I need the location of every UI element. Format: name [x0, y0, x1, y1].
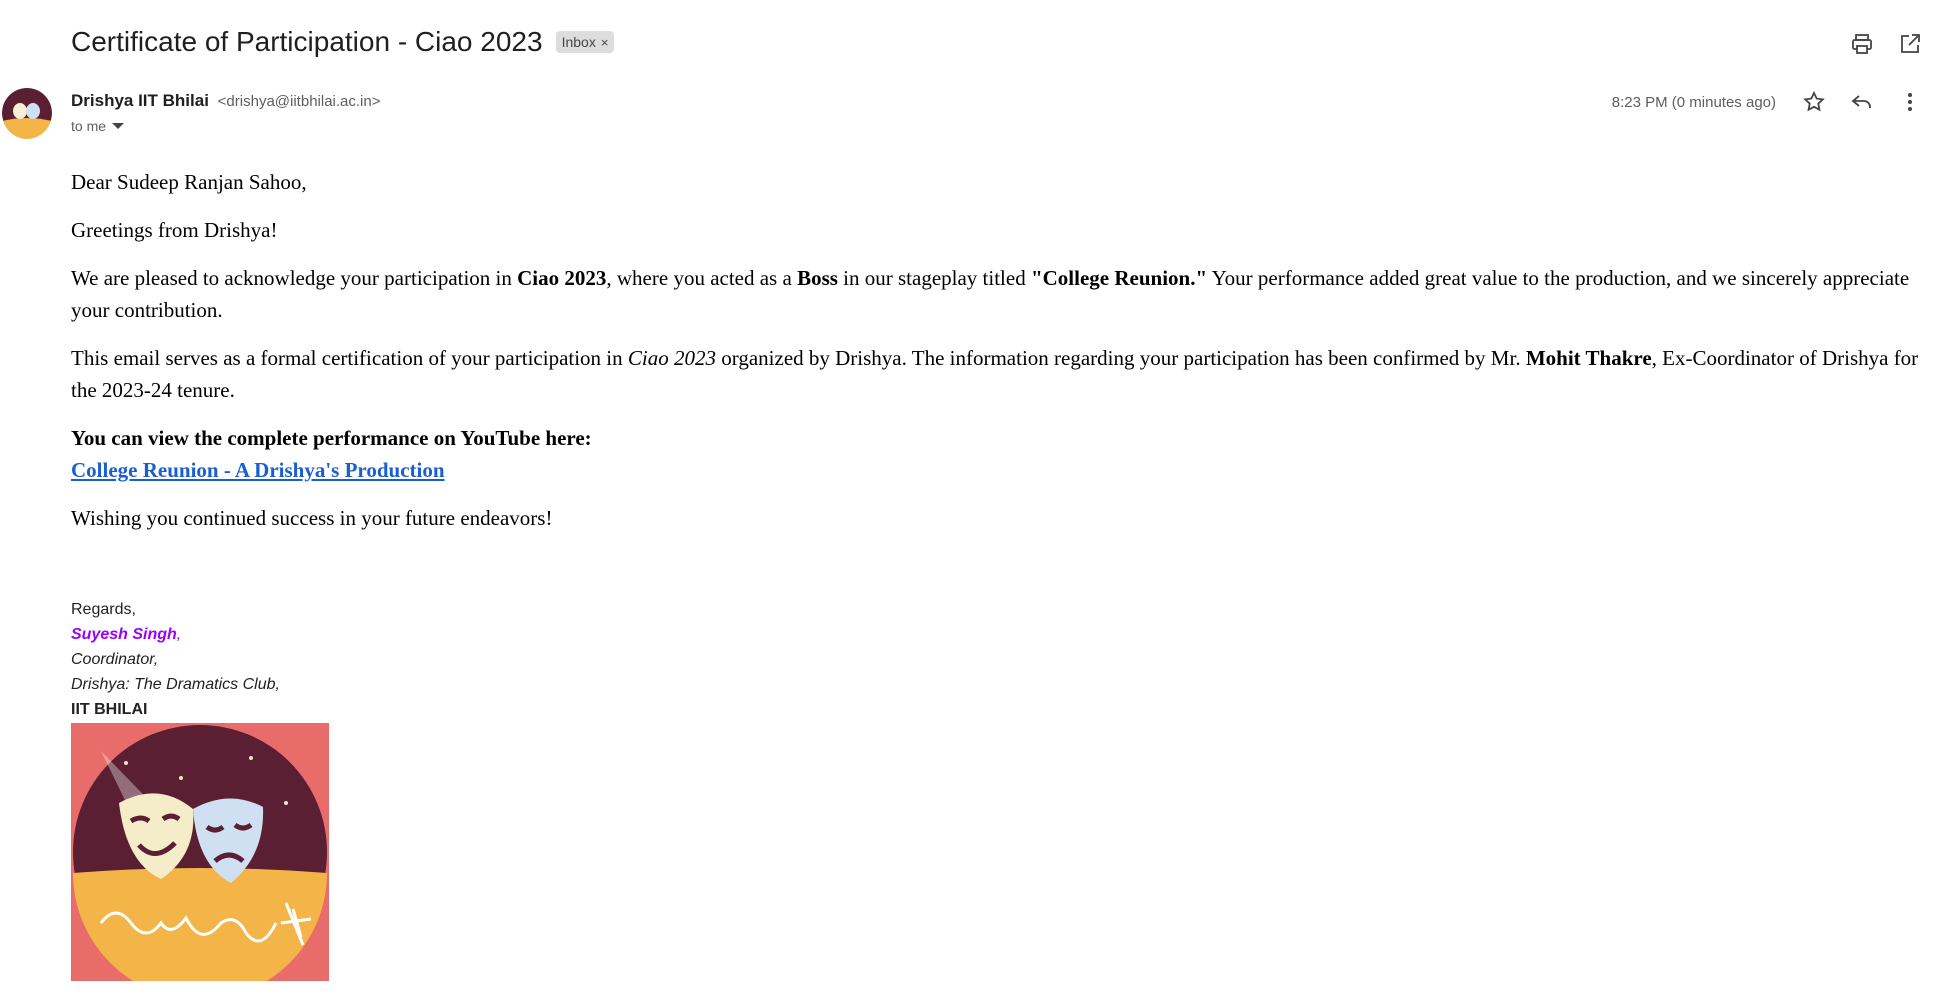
email-subject: Certificate of Participation - Ciao 2023 — [71, 26, 543, 57]
youtube-section: You can view the complete performance on… — [71, 422, 1921, 486]
signature-role: Coordinator, — [71, 651, 159, 668]
closing-line: Wishing you continued success in your fu… — [71, 506, 553, 530]
signature: Regards, Suyesh Singh, Coordinator, Dris… — [71, 597, 280, 722]
signature-regards: Regards, — [71, 601, 136, 618]
inbox-label-text: Inbox — [561, 34, 596, 50]
signature-name-line: Suyesh Singh, — [71, 626, 182, 643]
chevron-down-icon[interactable] — [112, 123, 125, 129]
thread-actions — [1848, 30, 1924, 58]
signature-name: Suyesh Singh — [71, 626, 177, 643]
timestamp: 8:23 PM (0 minutes ago) — [1611, 93, 1776, 111]
printer-icon[interactable] — [1848, 30, 1876, 58]
more-vert-icon[interactable] — [1896, 88, 1924, 116]
remove-label-icon[interactable]: × — [601, 35, 609, 50]
reply-icon[interactable] — [1848, 88, 1876, 116]
sender-avatar[interactable] — [2, 87, 52, 139]
sender-line: Drishya IIT Bhilai <drishya@iitbhilai.ac… — [71, 91, 380, 111]
sender-name[interactable]: Drishya IIT Bhilai — [71, 91, 209, 110]
youtube-link[interactable]: College Reunion - A Drishya's Production — [71, 458, 445, 482]
signature-institute: IIT BHILAI — [71, 701, 148, 718]
drishya-logo-image — [71, 723, 329, 1000]
greeting: Dear Sudeep Ranjan Sahoo, — [71, 170, 307, 194]
certification-paragraph: This email serves as a formal certificat… — [71, 346, 1919, 402]
greetings-line: Greetings from Drishya! — [71, 218, 278, 242]
sender-email: <drishya@iitbhilai.ac.in> — [217, 93, 381, 110]
recipient-details-toggle[interactable]: to me — [71, 118, 125, 134]
recipient-text: to me — [71, 118, 107, 134]
inbox-label-chip[interactable]: Inbox × — [555, 31, 615, 53]
subject-row: Certificate of Participation - Ciao 2023… — [71, 26, 615, 58]
participation-paragraph: We are pleased to acknowledge your parti… — [71, 266, 1910, 322]
youtube-heading: You can view the complete performance on… — [71, 426, 592, 450]
open-in-new-icon[interactable] — [1896, 30, 1924, 58]
email-body: Dear Sudeep Ranjan Sahoo, Greetings from… — [71, 166, 1921, 550]
signature-club: Drishya: The Dramatics Club, — [71, 676, 280, 693]
message-meta: 8:23 PM (0 minutes ago) — [1612, 88, 1924, 116]
star-icon[interactable] — [1800, 88, 1828, 116]
